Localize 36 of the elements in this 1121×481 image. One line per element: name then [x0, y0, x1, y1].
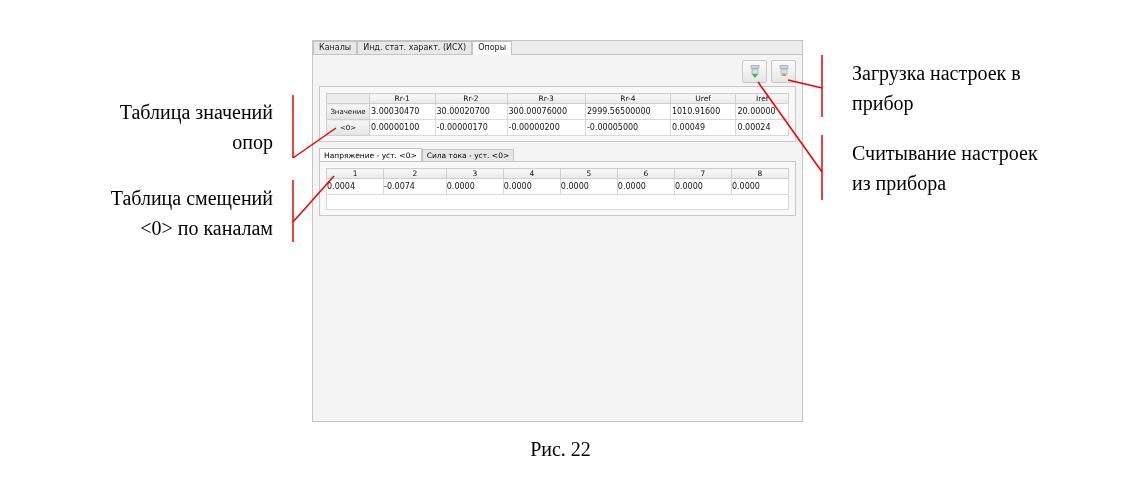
annotation-text: из прибора [852, 171, 948, 197]
table-cell: 0.0004 [327, 182, 355, 191]
table-cell: 0.0000 [674, 182, 703, 191]
table-cell: 20.00000 [737, 107, 776, 116]
annotation-text: Считывание настроек [852, 141, 1039, 167]
table-cell: 0.00049 [671, 123, 706, 132]
table-cell: -0.00000200 [508, 123, 560, 132]
read-from-device-button[interactable] [771, 60, 796, 83]
annotation-text: <0> по каналам [139, 216, 273, 241]
tab[interactable]: Каналы [313, 41, 358, 54]
table-cell: 0.00024 [737, 123, 771, 132]
annotation-text: прибор [852, 91, 915, 117]
table-cell: 0.0000 [560, 182, 589, 191]
table-cell: 1010.91600 [671, 107, 721, 116]
table-cell: -0.00005000 [586, 123, 639, 132]
table-cell: 0.0000 [446, 182, 475, 191]
tab[interactable]: Опоры [472, 41, 512, 55]
table-cell: 0.0000 [503, 182, 532, 191]
table-cell: 0.0000 [617, 182, 646, 191]
load-to-device-button[interactable] [742, 60, 767, 83]
figure-caption: Рис. 22 [529, 438, 592, 461]
table-cell: 300.00076000 [508, 107, 568, 116]
device-up-arrow-icon [777, 64, 790, 79]
table-cell: 3.00030470 [371, 107, 420, 116]
table-cell: 30.00020700 [436, 107, 490, 116]
annotation-text: опор [231, 130, 273, 156]
tab[interactable]: Инд. стат. характ. (ИСХ) [357, 41, 473, 54]
device-down-arrow-icon [748, 64, 761, 79]
table-cell: 0.00000100 [371, 123, 420, 132]
table-cell: -0.0074 [384, 182, 415, 191]
annotation-text: Таблица смещений [109, 186, 273, 212]
annotation-text: Таблица значений [118, 100, 273, 126]
table-cell: 0.0000 [731, 182, 760, 191]
table-cell: -0.00000170 [436, 123, 488, 132]
annotation-text: Загрузка настроек в [852, 61, 1022, 87]
table-cell: 2999.56500000 [586, 107, 651, 116]
